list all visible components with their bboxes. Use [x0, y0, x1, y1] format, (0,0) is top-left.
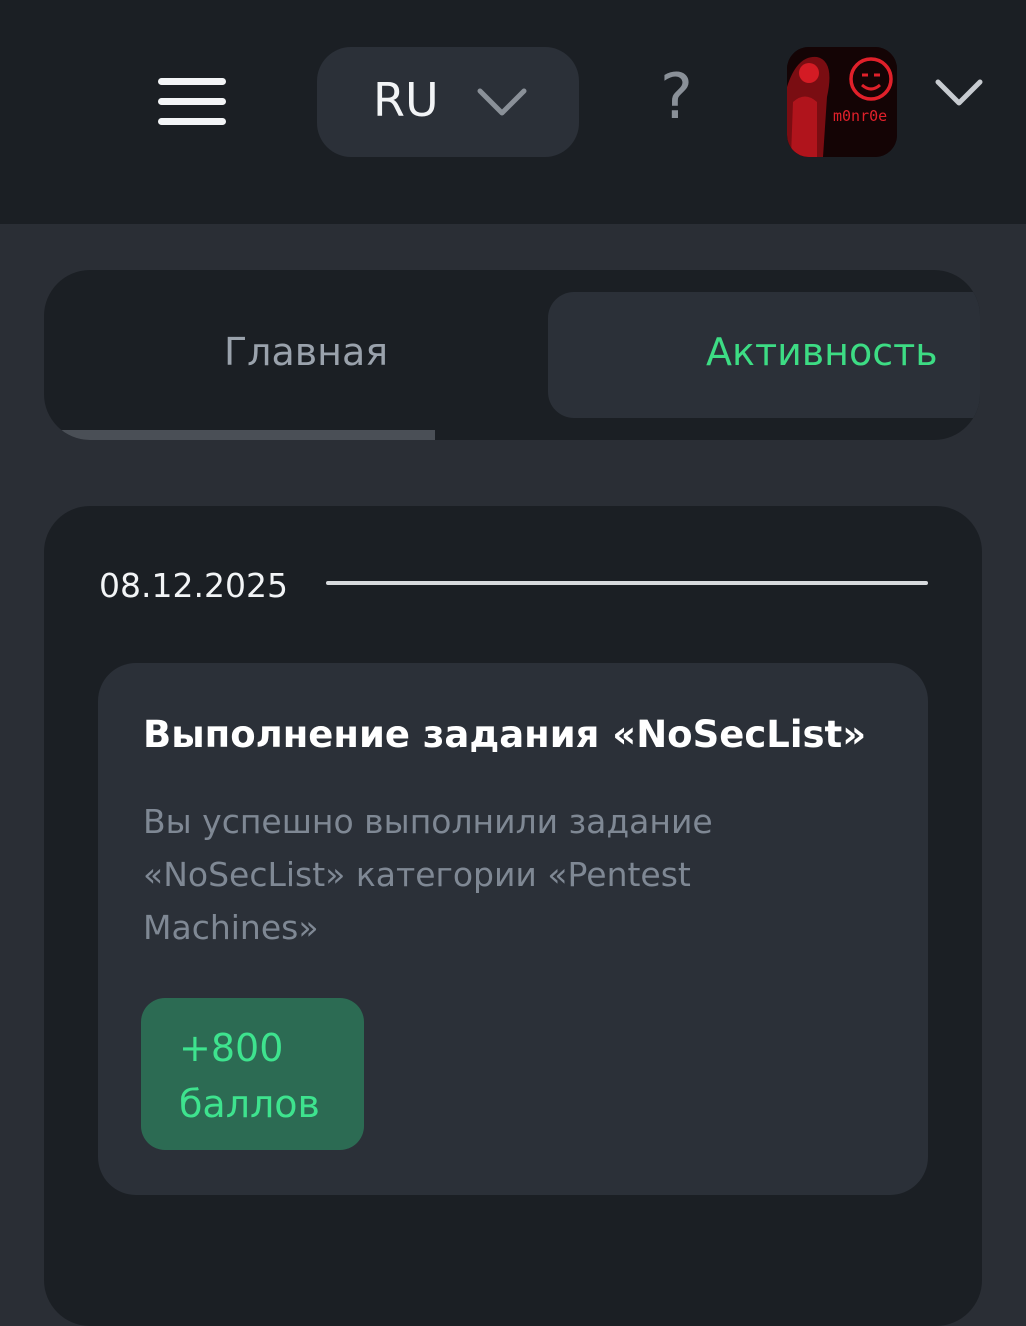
language-selector[interactable]: RU — [317, 47, 579, 157]
chevron-down-icon — [477, 88, 527, 116]
tab-main-label: Главная — [224, 330, 389, 374]
activity-description: Вы успешно выполнили задание «NoSecList»… — [143, 802, 713, 947]
help-button[interactable]: ? — [660, 60, 693, 133]
hamburger-icon-line — [158, 78, 226, 85]
top-bar: RU ? m0nr0e — [0, 0, 1026, 224]
chevron-down-icon[interactable] — [934, 78, 984, 108]
date-divider — [326, 581, 928, 585]
hamburger-icon-line — [158, 118, 226, 125]
points-badge-label: +800 баллов — [179, 1026, 320, 1126]
tab-bar: Главная Активность — [44, 270, 980, 440]
tab-scroll-indicator — [44, 430, 435, 440]
language-label: RU — [373, 73, 439, 127]
avatar[interactable]: m0nr0e — [787, 47, 897, 157]
activity-title: Выполнение задания «NoSecList» — [143, 713, 867, 756]
tab-activity[interactable]: Активность — [548, 292, 980, 418]
activity-date: 08.12.2025 — [99, 566, 288, 605]
hamburger-icon-line — [158, 98, 226, 105]
points-badge: +800 баллов — [141, 998, 364, 1150]
activity-card: Выполнение задания «NoSecList» Вы успешн… — [98, 663, 928, 1195]
tab-activity-label: Активность — [706, 330, 938, 374]
tab-main[interactable]: Главная — [44, 292, 526, 418]
menu-button[interactable] — [150, 68, 234, 134]
avatar-image — [787, 47, 897, 157]
avatar-text: m0nr0e — [833, 107, 888, 125]
activity-panel: 08.12.2025 Выполнение задания «NoSecList… — [44, 506, 982, 1326]
